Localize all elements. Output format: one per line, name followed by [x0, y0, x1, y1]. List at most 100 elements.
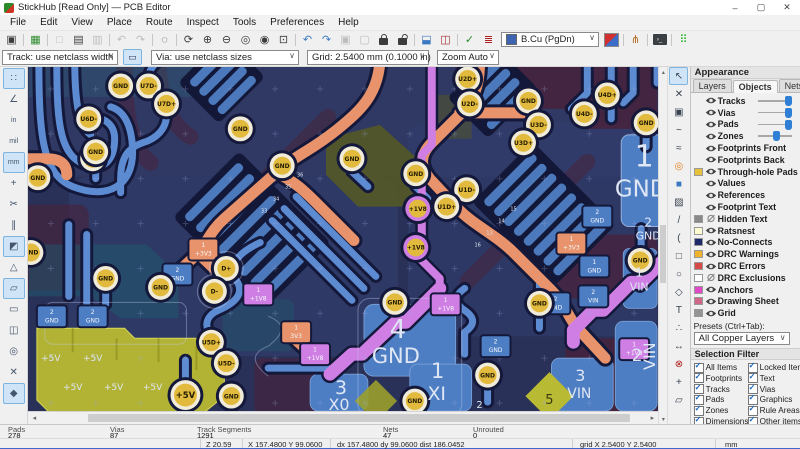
minimize-button[interactable]: –: [722, 0, 748, 15]
visibility-eye-off-icon[interactable]: [705, 273, 718, 282]
checkbox-checked-icon[interactable]: [694, 384, 704, 394]
opacity-slider[interactable]: [758, 135, 792, 137]
draw-polygon-icon[interactable]: ◇: [669, 283, 688, 301]
measure-tool-icon[interactable]: ▱: [669, 391, 688, 409]
checkbox-checked-icon[interactable]: [748, 373, 758, 383]
view-redo-icon[interactable]: ↷: [317, 32, 336, 47]
ratsnest-hide-icon[interactable]: ✂: [3, 194, 25, 215]
menu-place[interactable]: Place: [100, 17, 139, 28]
checkbox-checked-icon[interactable]: [694, 373, 704, 383]
high-contrast-icon[interactable]: ◩: [3, 236, 25, 257]
drc-checklist-icon[interactable]: ≣: [479, 32, 498, 47]
color-swatch[interactable]: [694, 309, 703, 317]
menu-help[interactable]: Help: [331, 17, 366, 28]
visibility-eye-icon[interactable]: [705, 297, 718, 306]
visibility-eye-icon[interactable]: [705, 155, 718, 164]
add-text-icon[interactable]: T: [669, 301, 688, 319]
update-footprints-icon[interactable]: ✓: [460, 32, 479, 47]
visibility-eye-icon[interactable]: [705, 250, 718, 259]
zoom-out-icon[interactable]: ⊖: [217, 32, 236, 47]
visibility-eye-icon[interactable]: [705, 108, 718, 117]
color-swatch[interactable]: [694, 286, 703, 294]
opacity-slider[interactable]: [758, 124, 792, 126]
visibility-eye-icon[interactable]: [705, 285, 718, 294]
layer-manager-icon[interactable]: ◆: [3, 383, 25, 404]
tune-length-icon[interactable]: ≈: [669, 139, 688, 157]
scroll-left-icon[interactable]: ◂: [28, 412, 40, 423]
color-swatch[interactable]: [694, 274, 703, 282]
polar-coords-icon[interactable]: ∠: [3, 89, 25, 110]
checkbox-checked-icon[interactable]: [694, 363, 704, 373]
net-highlight-icon[interactable]: ⋔: [626, 32, 645, 47]
library-icon[interactable]: ◫: [436, 32, 455, 47]
checkbox-checked-icon[interactable]: [748, 384, 758, 394]
vertical-scrollbar[interactable]: ▴ ▾: [658, 67, 667, 424]
save-icon[interactable]: ▣: [2, 32, 21, 47]
via-size-dropdown[interactable]: Via: use netclass sizes: [151, 50, 299, 65]
net-names-icon[interactable]: △: [3, 257, 25, 278]
add-zone-icon[interactable]: ■: [669, 175, 688, 193]
checkbox-checked-icon[interactable]: [694, 395, 704, 405]
checkbox-checked-icon[interactable]: [748, 395, 758, 405]
opacity-slider[interactable]: [758, 112, 792, 114]
checkbox-checked-icon[interactable]: [748, 406, 758, 416]
zoom-objects-icon[interactable]: ◉: [255, 32, 274, 47]
ratsnest-curved-icon[interactable]: ∥: [3, 215, 25, 236]
color-swatch[interactable]: [694, 297, 703, 305]
opacity-slider[interactable]: [758, 100, 792, 102]
color-swatch[interactable]: [694, 168, 703, 176]
zone-display-icon[interactable]: ▱: [3, 278, 25, 299]
color-swatch[interactable]: [694, 262, 703, 270]
add-dimension-icon[interactable]: ↔: [669, 337, 688, 355]
units-mm-icon[interactable]: mm: [3, 152, 25, 173]
menu-file[interactable]: File: [3, 17, 33, 28]
schedule-drc-icon[interactable]: ⬓: [417, 32, 436, 47]
visibility-eye-icon[interactable]: [705, 203, 718, 212]
track-sketch-icon[interactable]: ✕: [3, 362, 25, 383]
color-swatch[interactable]: [694, 238, 703, 246]
opacity-slider-thumb[interactable]: [773, 131, 780, 141]
footprint-wizard-icon[interactable]: ⠿: [674, 32, 693, 47]
track-width-dropdown[interactable]: Track: use netclass width: [2, 50, 118, 65]
view-undo-icon[interactable]: ↶: [298, 32, 317, 47]
units-mils-icon[interactable]: mil: [3, 131, 25, 152]
grid-visibility-icon[interactable]: ∷: [3, 68, 25, 89]
zoom-in-icon[interactable]: ⊕: [198, 32, 217, 47]
board-setup-icon[interactable]: ▦: [26, 32, 45, 47]
menu-route[interactable]: Route: [139, 17, 180, 28]
lock-icon[interactable]: [374, 32, 393, 47]
zoom-selection-icon[interactable]: ⊡: [274, 32, 293, 47]
menu-edit[interactable]: Edit: [33, 17, 64, 28]
horizontal-scrollbar[interactable]: ◂ ▸: [28, 411, 658, 424]
visibility-eye-off-icon[interactable]: [705, 214, 718, 223]
units-inches-icon[interactable]: in: [3, 110, 25, 131]
visibility-eye-icon[interactable]: [705, 96, 718, 105]
flip-layer-icon[interactable]: [602, 32, 621, 47]
add-rule-area-icon[interactable]: ▨: [669, 193, 688, 211]
zoom-dropdown[interactable]: Zoom Auto: [437, 50, 499, 65]
tab-objects[interactable]: Objects: [733, 80, 778, 93]
opacity-slider-thumb[interactable]: [785, 108, 792, 118]
draw-line-icon[interactable]: /: [669, 211, 688, 229]
via-sketch-icon[interactable]: ◎: [3, 341, 25, 362]
visibility-eye-icon[interactable]: [705, 167, 718, 176]
local-ratsnest-icon[interactable]: ✕: [669, 85, 688, 103]
vertical-scroll-thumb[interactable]: [660, 225, 666, 283]
checkbox-checked-icon[interactable]: [694, 417, 704, 424]
maximize-button[interactable]: ▢: [748, 0, 774, 15]
visibility-eye-icon[interactable]: [705, 238, 718, 247]
tab-nets[interactable]: Nets: [779, 79, 800, 92]
scroll-down-icon[interactable]: ▾: [659, 414, 667, 424]
color-swatch[interactable]: [694, 215, 703, 223]
unlock-icon[interactable]: [393, 32, 412, 47]
visibility-eye-icon[interactable]: [705, 191, 718, 200]
route-tracks-icon[interactable]: ~: [669, 121, 688, 139]
visibility-eye-icon[interactable]: [705, 262, 718, 271]
menu-inspect[interactable]: Inspect: [180, 17, 226, 28]
menu-view[interactable]: View: [64, 17, 100, 28]
zoom-fit-icon[interactable]: ◎: [236, 32, 255, 47]
visibility-eye-icon[interactable]: [705, 179, 718, 188]
presets-dropdown[interactable]: All Copper Layers: [694, 332, 790, 345]
add-via-icon[interactable]: ◎: [669, 157, 688, 175]
checkbox-checked-icon[interactable]: [748, 417, 758, 424]
